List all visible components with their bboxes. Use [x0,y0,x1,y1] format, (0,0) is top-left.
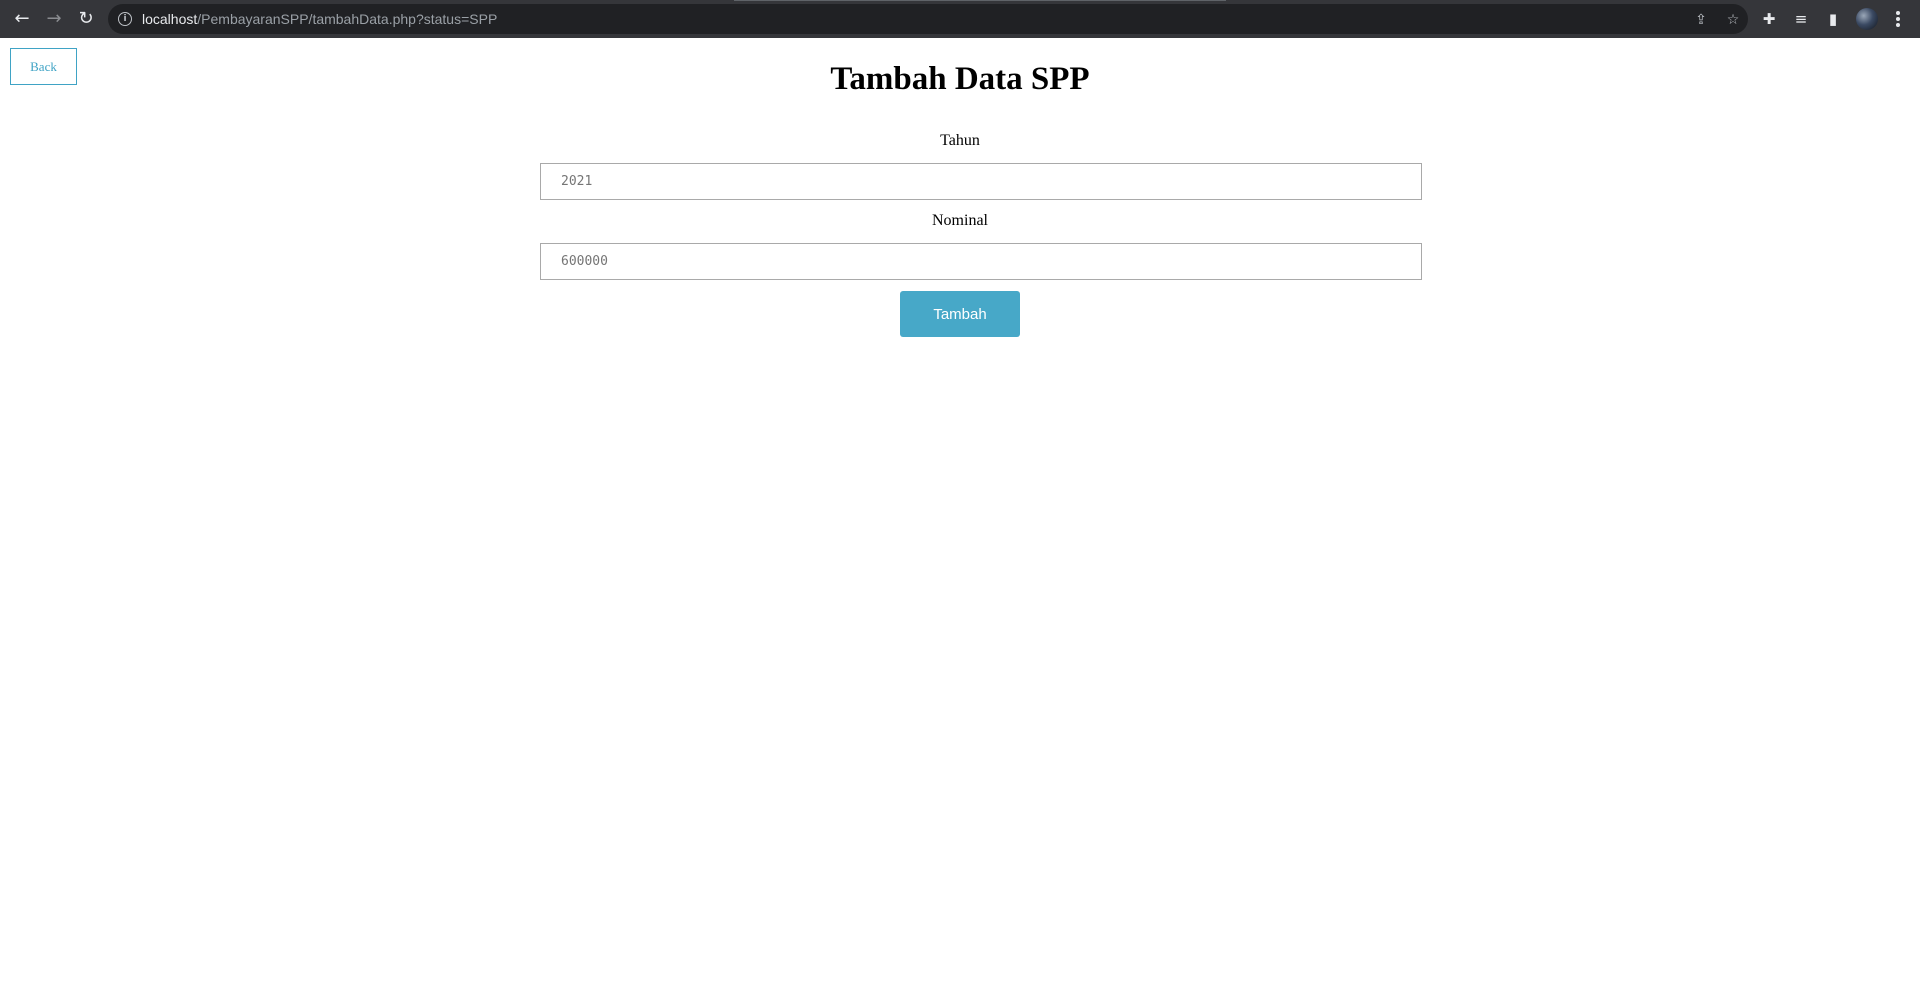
reload-icon[interactable]: ↻ [74,7,98,31]
kebab-menu-icon[interactable] [1890,8,1906,30]
nominal-input[interactable] [540,243,1422,280]
puzzle-icon[interactable]: ✚ [1758,8,1780,30]
address-bar[interactable]: i localhost/PembayaranSPP/tambahData.php… [108,4,1748,34]
forward-arrow-icon[interactable]: → [42,7,66,31]
tambah-button[interactable]: Tambah [900,291,1020,337]
tahun-input[interactable] [540,163,1422,200]
url-text[interactable]: localhost/PembayaranSPP/tambahData.php?s… [142,4,497,34]
nominal-label: Nominal [932,212,988,229]
star-icon[interactable]: ☆ [1724,11,1742,29]
page-title: Tambah Data SPP [830,61,1090,97]
tahun-label: Tahun [940,132,980,149]
side-panel-icon[interactable]: ▮ [1822,8,1844,30]
browser-toolbar: ← → ↻ i localhost/PembayaranSPP/tambahDa… [0,0,1920,38]
avatar[interactable] [1856,8,1878,30]
share-icon[interactable]: ⇪ [1692,11,1710,29]
back-arrow-icon[interactable]: ← [10,7,34,31]
url-path: /PembayaranSPP/tambahData.php?status=SPP [197,11,498,27]
info-icon[interactable]: i [118,12,132,26]
media-queue-icon[interactable]: ≡ [1790,8,1812,30]
tab-strip-edge [734,0,1226,1]
url-host: localhost [142,11,198,27]
